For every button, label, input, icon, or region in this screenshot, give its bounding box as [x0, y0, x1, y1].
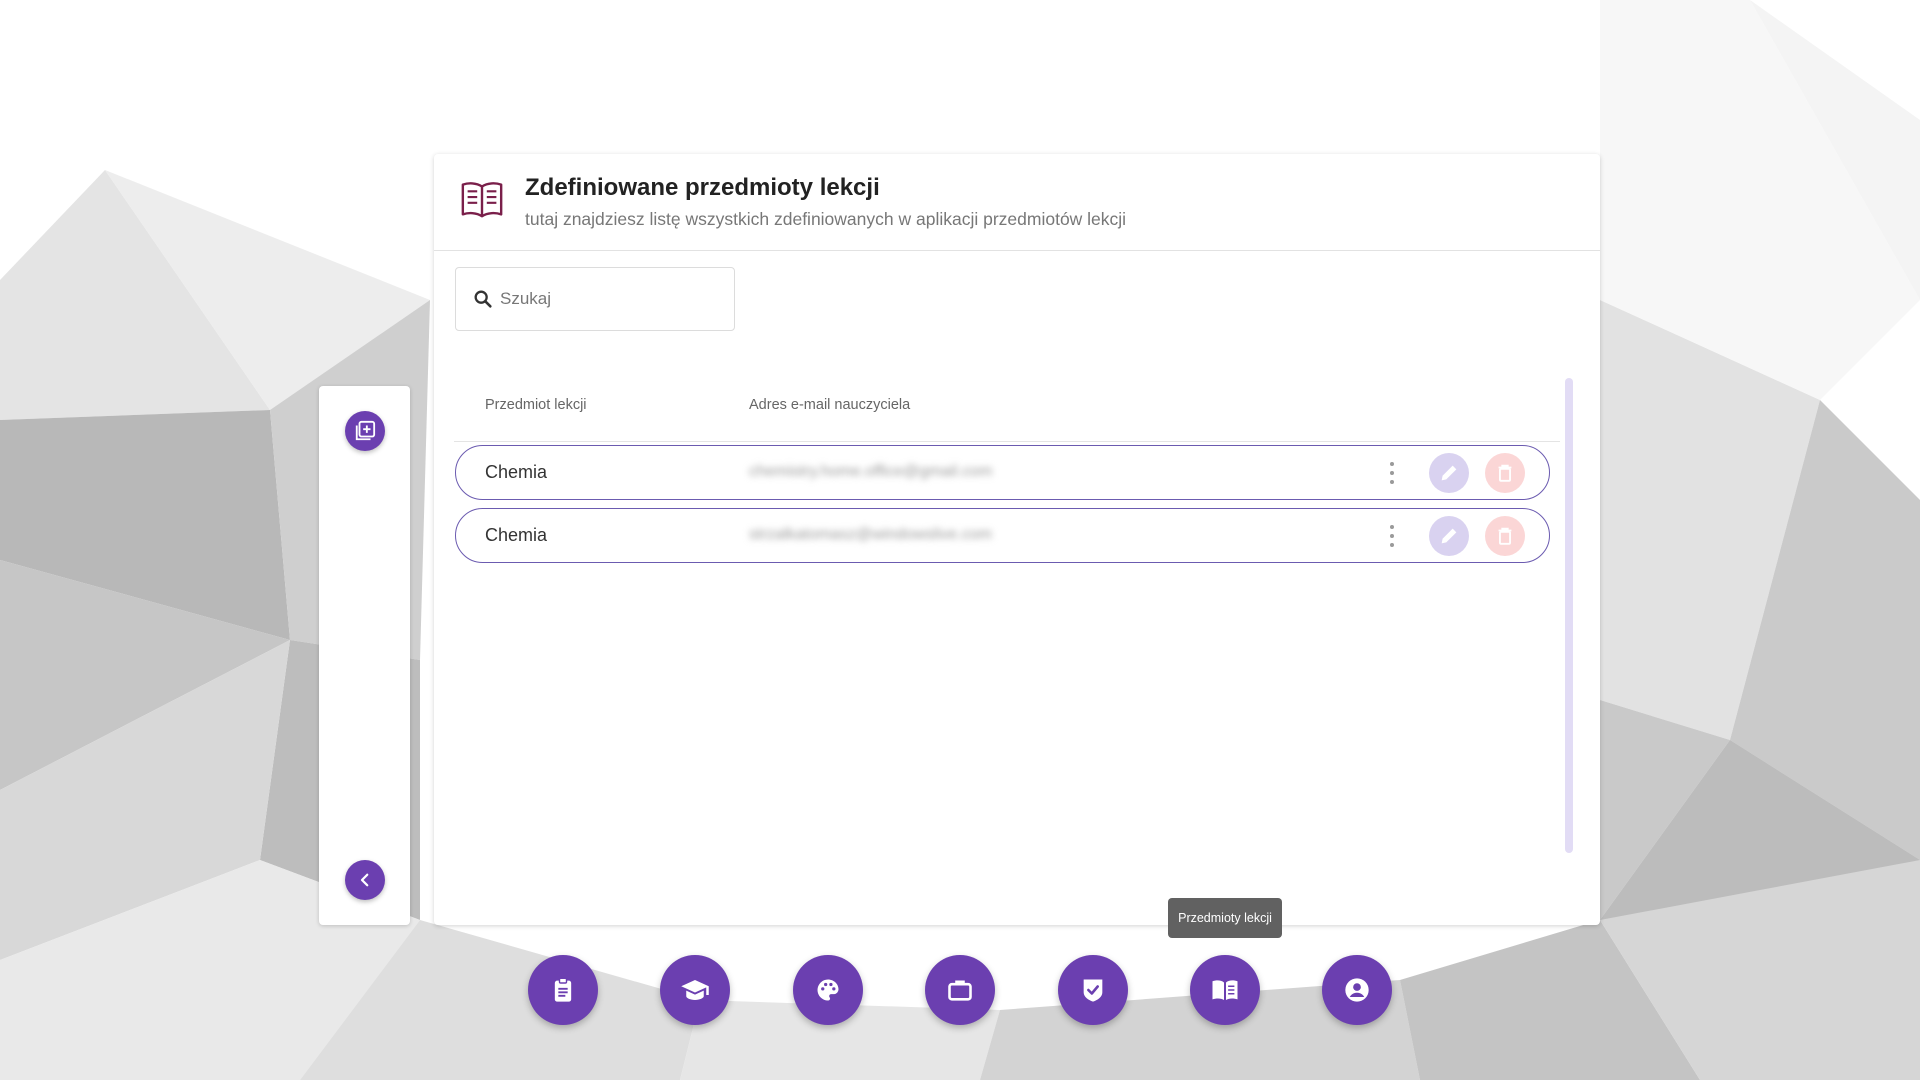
header-divider: [454, 441, 1560, 442]
edit-button[interactable]: [1429, 453, 1469, 493]
chevron-left-icon: [360, 873, 369, 887]
page-title: Zdefiniowane przedmioty lekcji: [525, 174, 880, 201]
library-add-icon: [355, 420, 376, 441]
table-row[interactable]: Chemia chemistry.home.office@gmail.com: [455, 445, 1550, 500]
column-header-email[interactable]: Adres e-mail nauczyciela: [749, 397, 910, 413]
nav-button-briefcase[interactable]: [925, 955, 995, 1025]
nav-tooltip: Przedmioty lekcji: [1168, 898, 1282, 938]
nav-button-verified[interactable]: [1058, 955, 1128, 1025]
briefcase-icon: [948, 980, 972, 1001]
nav-button-clipboard[interactable]: [528, 955, 598, 1025]
column-header-subject[interactable]: Przedmiot lekcji: [485, 397, 587, 413]
delete-button[interactable]: [1485, 516, 1525, 556]
row-subject: Chemia: [485, 462, 548, 482]
search-input[interactable]: [500, 289, 720, 309]
row-subject: Chemia: [485, 525, 548, 545]
trash-icon: [1498, 527, 1512, 545]
bottom-nav: [0, 955, 1920, 1027]
add-subject-button[interactable]: [345, 411, 385, 451]
subjects-card: Zdefiniowane przedmioty lekcji tutaj zna…: [434, 154, 1600, 925]
graduation-cap-icon: [681, 980, 709, 1000]
more-options-icon[interactable]: [1382, 460, 1402, 486]
pencil-icon: [1441, 528, 1457, 544]
scrollbar[interactable]: [1565, 378, 1573, 853]
card-header: Zdefiniowane przedmioty lekcji tutaj zna…: [434, 154, 1600, 251]
table-row[interactable]: Chemia strzalkatomasz@windowslive.com: [455, 508, 1550, 563]
delete-button[interactable]: [1485, 453, 1525, 493]
nav-button-subjects[interactable]: [1190, 955, 1260, 1025]
shield-check-icon: [1083, 979, 1103, 1002]
row-email: chemistry.home.office@gmail.com: [749, 463, 993, 480]
book-outline-icon: [461, 182, 503, 218]
book-open-icon: [1212, 980, 1238, 1000]
collapse-panel-button[interactable]: [345, 860, 385, 900]
search-icon: [472, 288, 494, 310]
clipboard-icon: [554, 977, 572, 1002]
pencil-icon: [1441, 465, 1457, 481]
row-email: strzalkatomasz@windowslive.com: [749, 526, 992, 543]
nav-button-account[interactable]: [1322, 955, 1392, 1025]
search-box[interactable]: [455, 267, 735, 331]
page-subtitle: tutaj znajdziesz listę wszystkich zdefin…: [525, 209, 1127, 229]
palette-icon: [817, 979, 839, 1001]
trash-icon: [1498, 464, 1512, 482]
side-panel: [319, 386, 410, 925]
nav-button-school[interactable]: [660, 955, 730, 1025]
nav-button-palette[interactable]: [793, 955, 863, 1025]
edit-button[interactable]: [1429, 516, 1469, 556]
account-circle-icon: [1345, 978, 1369, 1002]
more-options-icon[interactable]: [1382, 523, 1402, 549]
